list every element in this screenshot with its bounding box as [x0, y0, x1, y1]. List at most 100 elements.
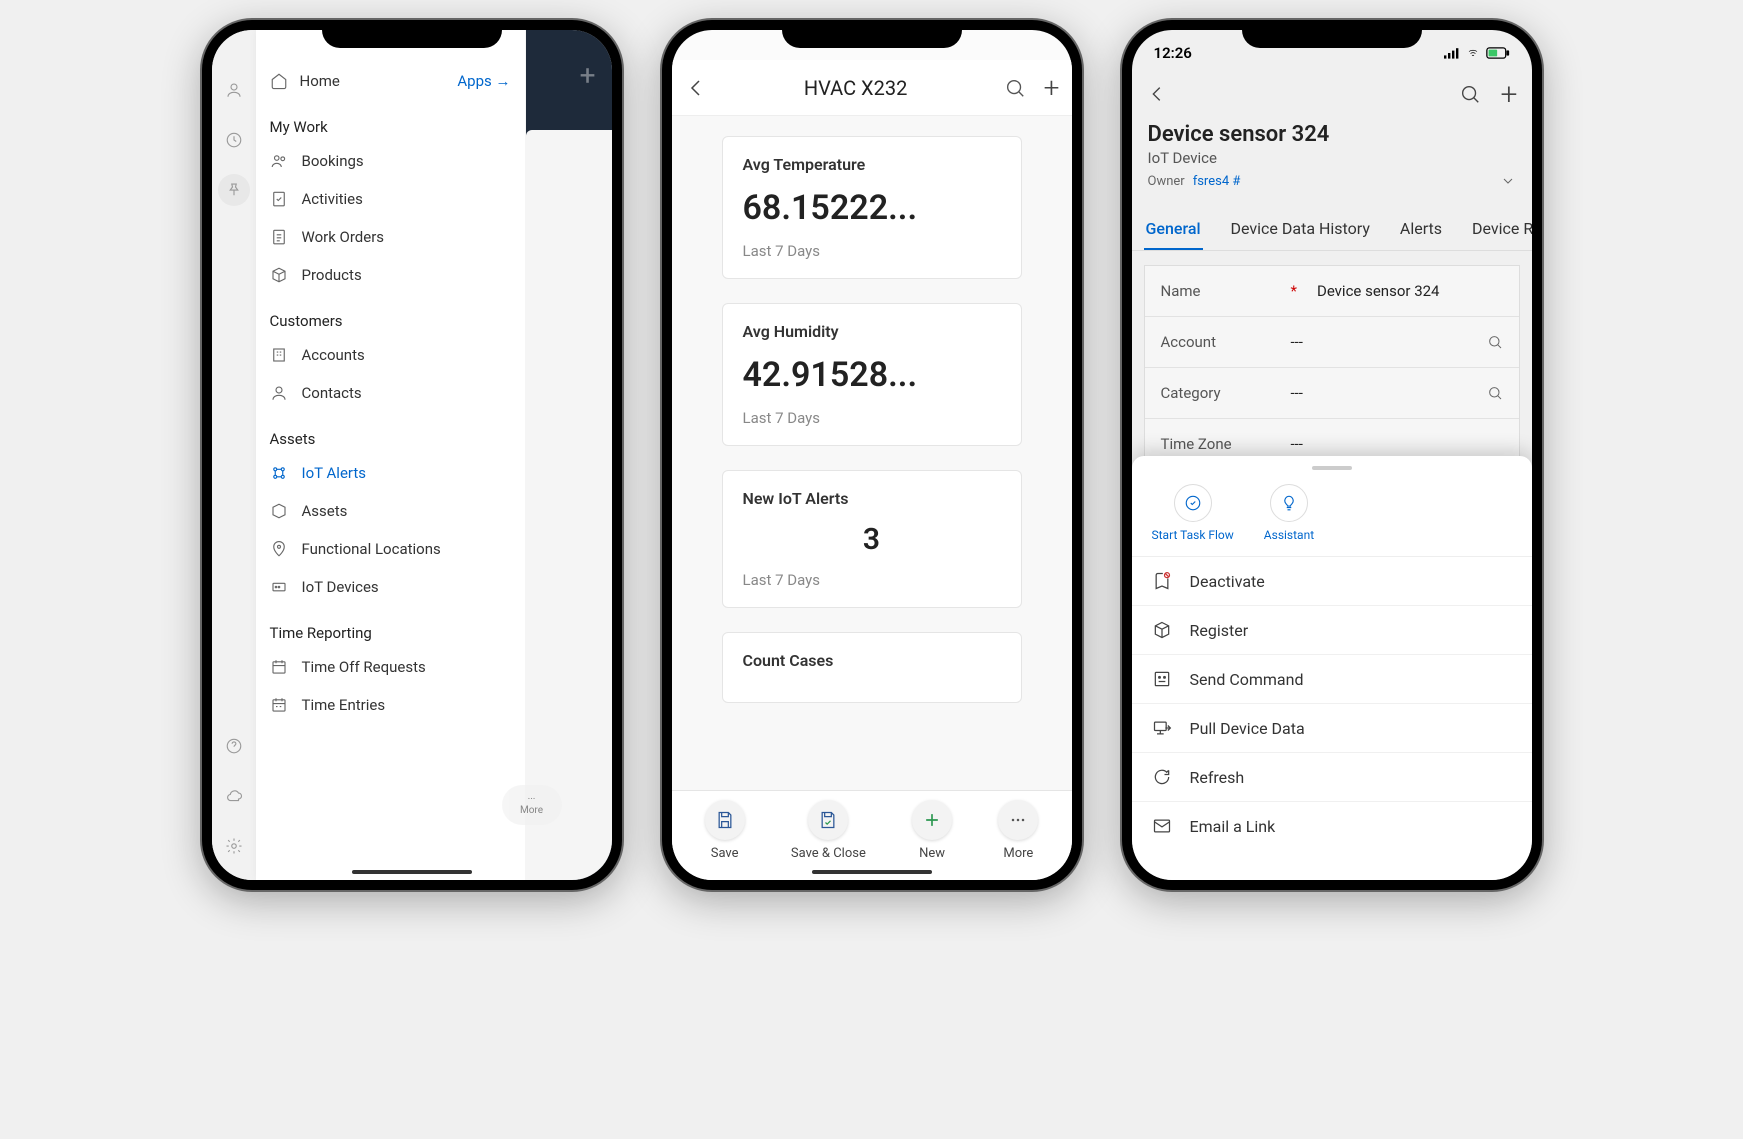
quick-label: Assistant	[1264, 528, 1314, 542]
nav-bookings[interactable]: Bookings	[256, 142, 525, 180]
more-button[interactable]: More	[998, 800, 1038, 861]
nav-iot-alerts[interactable]: IoT Alerts	[256, 454, 525, 492]
bottom-bar: Save Save & Close New More	[672, 790, 1072, 880]
search-icon[interactable]	[1459, 83, 1481, 105]
screen-2: HVAC X232 + Avg Temperature 68.15222... …	[672, 30, 1072, 880]
nav-iot-devices[interactable]: IoT Devices	[256, 568, 525, 606]
action-send-command[interactable]: Send Command	[1132, 655, 1532, 704]
header: HVAC X232 +	[672, 60, 1072, 116]
metric-iot-alerts[interactable]: New IoT Alerts 3 Last 7 Days	[722, 470, 1022, 608]
back-icon[interactable]	[1146, 83, 1168, 105]
nav-label: Time Off Requests	[302, 658, 426, 676]
help-icon[interactable]	[218, 730, 250, 762]
status-time: 12:26	[1154, 44, 1192, 62]
action-register[interactable]: Register	[1132, 606, 1532, 655]
add-icon[interactable]: +	[1501, 77, 1518, 112]
more-button[interactable]: ···More	[502, 785, 562, 825]
metric-value: 3	[743, 522, 1001, 557]
nav-label: Functional Locations	[302, 540, 441, 558]
phone-frame-3: 12:26 + Device sensor 324 IoT Device Own…	[1122, 20, 1542, 890]
nav-assets[interactable]: Assets	[256, 492, 525, 530]
main-content: Home Apps → My Work Bookings Activities …	[256, 30, 612, 880]
nav-work-orders[interactable]: Work Orders	[256, 218, 525, 256]
plus-icon	[922, 810, 942, 830]
cloud-icon[interactable]	[218, 780, 250, 812]
owner-link[interactable]: fsres4 #	[1193, 174, 1241, 189]
field-account[interactable]: Account ---	[1145, 317, 1519, 368]
action-label: Deactivate	[1190, 572, 1265, 591]
nav-activities[interactable]: Activities	[256, 180, 525, 218]
action-label: Refresh	[1190, 768, 1245, 787]
owner-row[interactable]: Owner fsres4 #	[1132, 167, 1532, 189]
nav-functional-locations[interactable]: Functional Locations	[256, 530, 525, 568]
people-icon	[270, 152, 288, 170]
nav-panel: Home Apps → My Work Bookings Activities …	[256, 30, 526, 880]
search-icon[interactable]	[1004, 77, 1026, 99]
action-email-link[interactable]: Email a Link	[1132, 802, 1532, 850]
signal-icon	[1444, 47, 1460, 59]
person-icon[interactable]	[218, 74, 250, 106]
clock-icon[interactable]	[218, 124, 250, 156]
nav-products[interactable]: Products	[256, 256, 525, 294]
action-deactivate[interactable]: Deactivate	[1132, 557, 1532, 606]
metric-humidity[interactable]: Avg Humidity 42.91528... Last 7 Days	[722, 303, 1022, 446]
action-label: Pull Device Data	[1190, 719, 1305, 738]
metric-value: 68.15222...	[743, 188, 1001, 228]
status-icons	[1444, 47, 1510, 59]
home-indicator	[352, 870, 472, 874]
save-button[interactable]: Save	[705, 800, 745, 861]
metric-temperature[interactable]: Avg Temperature 68.15222... Last 7 Days	[722, 136, 1022, 279]
field-label: Category	[1161, 384, 1291, 402]
tab-alerts[interactable]: Alerts	[1398, 209, 1444, 250]
save-close-icon	[818, 810, 838, 830]
field-name[interactable]: Name * Device sensor 324	[1145, 266, 1519, 317]
iot-alert-icon	[270, 464, 288, 482]
chevron-down-icon[interactable]	[1500, 173, 1516, 189]
nav-time-off[interactable]: Time Off Requests	[256, 648, 525, 686]
pin-icon[interactable]	[218, 174, 250, 206]
home-row[interactable]: Home Apps →	[256, 62, 525, 100]
lookup-icon[interactable]	[1487, 334, 1503, 350]
action-label: Register	[1190, 621, 1249, 640]
metric-subtitle: Last 7 Days	[743, 242, 1001, 260]
action-sheet: Start Task Flow Assistant Deactivate Reg…	[1132, 456, 1532, 880]
button-label: More	[1003, 846, 1033, 861]
tab-registration[interactable]: Device R	[1470, 209, 1531, 250]
clipboard-check-icon	[270, 190, 288, 208]
field-value: Device sensor 324	[1317, 282, 1503, 300]
add-icon[interactable]: +	[1044, 71, 1060, 104]
nav-contacts[interactable]: Contacts	[256, 374, 525, 412]
nav-label: IoT Alerts	[302, 464, 367, 482]
metrics-area[interactable]: Avg Temperature 68.15222... Last 7 Days …	[672, 116, 1072, 790]
nav-label: IoT Devices	[302, 578, 379, 596]
lookup-icon[interactable]	[1487, 385, 1503, 401]
field-value: ---	[1291, 435, 1503, 453]
section-customers: Customers	[256, 294, 525, 336]
deactivate-icon	[1152, 571, 1172, 591]
home-indicator	[812, 870, 932, 874]
nav-label: Bookings	[302, 152, 364, 170]
start-task-flow-button[interactable]: Start Task Flow	[1152, 484, 1234, 542]
new-button[interactable]: New	[912, 800, 952, 861]
action-list: Deactivate Register Send Command Pull De…	[1132, 556, 1532, 850]
assistant-button[interactable]: Assistant	[1264, 484, 1314, 542]
page-title: HVAC X232	[708, 76, 1004, 100]
gear-icon[interactable]	[218, 830, 250, 862]
tab-history[interactable]: Device Data History	[1229, 209, 1372, 250]
nav-label: Assets	[302, 502, 348, 520]
nav-time-entries[interactable]: Time Entries	[256, 686, 525, 724]
save-close-button[interactable]: Save & Close	[791, 800, 866, 861]
nav-label: Contacts	[302, 384, 362, 402]
back-icon[interactable]	[684, 76, 708, 100]
metric-cases[interactable]: Count Cases	[722, 632, 1022, 703]
add-icon[interactable]: +	[580, 59, 596, 92]
field-category[interactable]: Category ---	[1145, 368, 1519, 419]
action-pull-data[interactable]: Pull Device Data	[1132, 704, 1532, 753]
tab-general[interactable]: General	[1144, 209, 1203, 250]
apps-link[interactable]: Apps →	[457, 72, 510, 90]
action-refresh[interactable]: Refresh	[1132, 753, 1532, 802]
left-rail	[212, 30, 256, 880]
nav-accounts[interactable]: Accounts	[256, 336, 525, 374]
task-flow-icon	[1184, 494, 1202, 512]
page-subtitle: IoT Device	[1132, 149, 1532, 167]
